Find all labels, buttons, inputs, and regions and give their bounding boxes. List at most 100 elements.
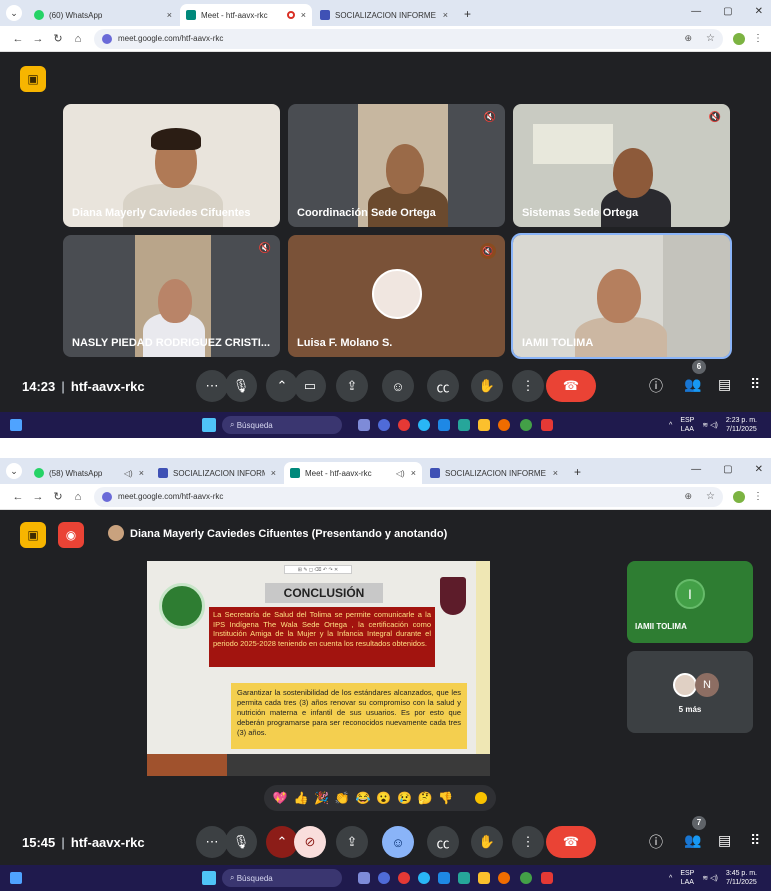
restore-icon[interactable]: ▢ — [723, 6, 732, 17]
taskbar-app-icon[interactable] — [378, 419, 390, 431]
participant-tile[interactable]: IAMII TOLIMA — [511, 233, 732, 359]
new-tab-button[interactable]: + — [464, 7, 471, 21]
minimize-icon[interactable]: — — [691, 6, 701, 17]
tab-meet[interactable]: Meet - htf-aavx-rkc ◁) × — [284, 462, 422, 484]
tab-search-chevron-icon[interactable]: ⌄ — [6, 5, 22, 21]
back-icon[interactable]: ← — [8, 33, 28, 45]
wifi-volume-icon[interactable]: ≋ ◁) — [702, 874, 718, 882]
taskbar-app-icon[interactable] — [498, 872, 510, 884]
back-icon[interactable]: ← — [8, 491, 28, 503]
reaction-clap[interactable]: 👏 — [335, 791, 350, 805]
taskbar-app-icon[interactable] — [458, 872, 470, 884]
tab-whatsapp[interactable]: (58) WhatsApp ◁) × — [28, 462, 150, 484]
taskbar-app-icon[interactable] — [498, 419, 510, 431]
participant-tile[interactable]: 🔇 Coordinación Sede Ortega — [288, 104, 505, 227]
raise-hand-button[interactable]: ✋ — [471, 370, 503, 402]
chrome-icon[interactable] — [520, 872, 532, 884]
annotation-toolbar[interactable]: ⊞ ✎ ◻ ⌫ ↶ ↷ ✕ — [284, 565, 352, 574]
forward-icon[interactable]: → — [28, 33, 48, 45]
new-tab-button[interactable]: + — [574, 465, 581, 479]
reaction-party[interactable]: 🎉 — [314, 791, 329, 805]
opera-icon[interactable] — [398, 419, 410, 431]
zoom-icon[interactable]: ⊕ — [684, 33, 692, 44]
widgets-icon[interactable] — [10, 872, 22, 884]
more-effects-button[interactable]: ⋯ — [196, 826, 228, 858]
more-options-button[interactable]: ⋮ — [512, 370, 544, 402]
widgets-icon[interactable] — [10, 419, 22, 431]
more-effects-button[interactable]: ⋯ — [196, 370, 228, 402]
participant-tile[interactable]: 🔇 Luisa F. Molano S. — [288, 235, 505, 357]
participant-tile[interactable]: I IAMII TOLIMA — [627, 561, 753, 643]
chrome-icon[interactable] — [520, 419, 532, 431]
home-icon[interactable]: ⌂ — [68, 33, 88, 45]
reaction-laugh[interactable]: 😂 — [356, 791, 371, 805]
site-info-icon[interactable] — [102, 491, 112, 502]
present-screen-button[interactable]: ⇪ — [336, 370, 368, 402]
participant-tile[interactable]: Diana Mayerly Caviedes Cifuentes — [63, 104, 280, 227]
url-field[interactable]: meet.google.com/htf-aavx-rkc ⊕ ☆ — [94, 486, 723, 507]
tab-search-chevron-icon[interactable]: ⌄ — [6, 463, 22, 479]
skin-tone-icon[interactable] — [475, 792, 488, 804]
emoji-reactions-button[interactable]: ☺ — [382, 826, 414, 858]
tab-slides[interactable]: SOCIALIZACION INFORME EVA × — [314, 4, 454, 26]
taskbar-app-icon[interactable] — [541, 872, 553, 884]
more-options-button[interactable]: ⋮ — [512, 826, 544, 858]
close-tab-icon[interactable]: × — [301, 10, 306, 20]
windows-start-icon[interactable] — [202, 418, 216, 432]
meeting-info-icon[interactable]: ⓘ — [649, 832, 663, 852]
taskbar-search[interactable]: ⌕ Búsqueda — [222, 416, 342, 434]
raise-hand-button[interactable]: ✋ — [471, 826, 503, 858]
taskbar-app-icon[interactable] — [541, 419, 553, 431]
site-info-icon[interactable] — [102, 33, 112, 44]
taskbar-app-icon[interactable] — [418, 872, 430, 884]
microphone-button[interactable]: 🎙 — [225, 370, 257, 402]
participant-tile[interactable]: 🔇 Sistemas Sede Ortega — [513, 104, 730, 227]
close-tab-icon[interactable]: × — [411, 468, 416, 478]
tab-whatsapp[interactable]: (60) WhatsApp × — [28, 4, 178, 26]
restore-icon[interactable]: ▢ — [723, 464, 732, 475]
reload-icon[interactable]: ↻ — [48, 32, 68, 45]
forward-icon[interactable]: → — [28, 491, 48, 503]
reload-icon[interactable]: ↻ — [48, 490, 68, 503]
taskbar-app-icon[interactable] — [378, 872, 390, 884]
participant-tile[interactable]: 🔇 NASLY PIEDAD RODRIGUEZ CRISTI... — [63, 235, 280, 357]
close-window-icon[interactable]: ✕ — [755, 464, 763, 475]
home-icon[interactable]: ⌂ — [68, 491, 88, 503]
leave-call-button[interactable]: ☎ — [546, 370, 596, 402]
close-tab-icon[interactable]: × — [271, 468, 276, 478]
captions-button[interactable]: ㏄ — [427, 826, 459, 858]
activities-icon[interactable]: ⠿ — [750, 832, 760, 849]
meeting-info-icon[interactable]: ⓘ — [649, 376, 663, 396]
recording-icon[interactable]: ◉ — [58, 522, 84, 548]
leave-call-button[interactable]: ☎ — [546, 826, 596, 858]
zoom-icon[interactable]: ⊕ — [684, 491, 692, 502]
file-explorer-icon[interactable] — [478, 419, 490, 431]
present-off-icon[interactable]: ▣ — [20, 522, 46, 548]
windows-start-icon[interactable] — [202, 871, 216, 885]
tab-slides[interactable]: SOCIALIZACION INFORME EVA × — [152, 462, 282, 484]
close-window-icon[interactable]: ✕ — [755, 6, 763, 17]
taskbar-app-icon[interactable] — [438, 419, 450, 431]
close-tab-icon[interactable]: × — [167, 10, 172, 20]
wifi-volume-icon[interactable]: ≋ ◁) — [702, 421, 718, 429]
close-tab-icon[interactable]: × — [553, 468, 558, 478]
taskbar-app-icon[interactable] — [358, 872, 370, 884]
reaction-thumbs-down[interactable]: 👎 — [438, 791, 453, 805]
activities-icon[interactable]: ⠿ — [750, 376, 760, 393]
taskbar-app-icon[interactable] — [358, 419, 370, 431]
present-screen-button[interactable]: ⇪ — [336, 826, 368, 858]
reaction-sad[interactable]: 😢 — [397, 791, 412, 805]
more-participants-tile[interactable]: N 5 más — [627, 651, 753, 733]
bookmark-star-icon[interactable]: ☆ — [706, 33, 715, 44]
url-field[interactable]: meet.google.com/htf-aavx-rkc ⊕ ☆ — [94, 28, 723, 49]
taskbar-app-icon[interactable] — [458, 419, 470, 431]
tab-slides[interactable]: SOCIALIZACION INFORME EVA × — [424, 462, 564, 484]
taskbar-app-icon[interactable] — [438, 872, 450, 884]
people-icon[interactable]: 👥 — [684, 832, 701, 849]
chat-icon[interactable]: ▤ — [718, 376, 731, 393]
camera-button[interactable]: ▭ — [294, 370, 326, 402]
close-tab-icon[interactable]: × — [443, 10, 448, 20]
reaction-thinking[interactable]: 🤔 — [418, 791, 433, 805]
taskbar-app-icon[interactable] — [418, 419, 430, 431]
microphone-button[interactable]: 🎙 — [225, 826, 257, 858]
